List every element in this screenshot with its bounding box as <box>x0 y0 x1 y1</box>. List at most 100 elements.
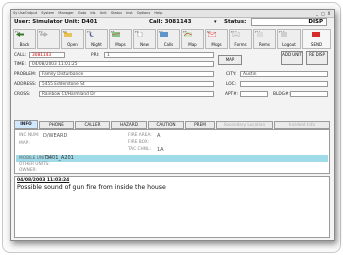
tab-phone[interactable]: PHONE <box>39 121 74 129</box>
calls-button[interactable]: F7 Calls <box>157 29 180 49</box>
map-icon <box>112 32 120 37</box>
fire-area-value: A <box>157 133 161 139</box>
map-label: MAP: <box>19 141 30 146</box>
menu-bar: Sy UseOutput System Manager Goto Ids Uni… <box>11 10 334 18</box>
maps-button[interactable]: F5 Maps <box>109 29 132 49</box>
map-route-icon <box>184 32 192 37</box>
tab-hazard[interactable]: HAZARD <box>111 121 147 129</box>
call-list-icon <box>160 32 168 37</box>
other-units-label: OTHER UNITS: <box>19 162 50 167</box>
mobile-units-value: D401_A201 <box>45 155 74 161</box>
envelope-icon <box>208 32 216 37</box>
user-unit-label: User: Simulator Unit: D401 <box>14 19 98 25</box>
new-document-icon <box>137 32 143 37</box>
menu-item-goto[interactable]: Goto <box>78 11 86 15</box>
problem-field[interactable]: Family Disturbance <box>39 71 214 77</box>
tab-info[interactable]: INFO <box>14 120 38 129</box>
menu-item-sy-useoutput[interactable]: Sy UseOutput <box>13 11 37 15</box>
problem-label: PROBLEM: <box>14 72 37 77</box>
bldg-label: BLDG#: <box>273 92 291 97</box>
map-button[interactable]: F8 Map <box>181 29 204 49</box>
time-label: TIME: <box>14 62 26 67</box>
open-button-label: Open <box>67 42 78 47</box>
time-field[interactable]: 04/08/2003 11:01:25 <box>29 61 214 67</box>
window-controls: _ □ X <box>314 11 332 16</box>
tab-prem[interactable]: PREM <box>185 121 215 129</box>
tab-incident-info[interactable]: Incident Info <box>274 121 330 129</box>
address-label: ADDRESS: <box>14 82 37 87</box>
messages-button[interactable]: F9 Msgs <box>205 29 228 49</box>
tab-caller[interactable]: CALLER <box>75 121 110 129</box>
moon-icon <box>89 32 95 37</box>
tac-channel-label: TAC CHNL: <box>128 147 151 152</box>
detail-tabs: INFO PHONE CALLER HAZARD CAUTION PREM Se… <box>14 120 330 129</box>
call-notes[interactable]: 04/08/2003 11:03:24 Possible sound of gu… <box>14 176 330 238</box>
blank-button[interactable]: F2 <box>37 29 60 49</box>
rems-button-label: Rems <box>258 42 271 47</box>
night-button-label: Night <box>91 42 102 47</box>
call-number-field[interactable]: 3081143 <box>29 52 65 58</box>
new-button[interactable]: F6 New <box>133 29 156 49</box>
location-field[interactable] <box>240 81 328 87</box>
logout-icon <box>281 32 287 37</box>
back-button-label: Back <box>19 42 30 47</box>
arrow-right-icon <box>40 32 48 37</box>
arrow-left-icon <box>16 32 24 37</box>
incident-value: D/WEARD <box>43 133 68 139</box>
map-button-label: Map <box>188 42 197 47</box>
menu-item-unit[interactable]: Unit <box>100 11 107 15</box>
menu-item-system[interactable]: System <box>41 11 54 15</box>
status-label: Status: <box>224 19 247 25</box>
menu-item-help[interactable]: Help <box>154 11 162 15</box>
open-button[interactable]: F3 Open <box>61 29 84 49</box>
back-button[interactable]: F1 Back <box>13 29 36 49</box>
bldg-field[interactable] <box>290 91 328 97</box>
apt-label: APT#: <box>225 92 239 97</box>
tab-caution[interactable]: CAUTION <box>148 121 184 129</box>
send-button[interactable]: SEND <box>302 29 331 49</box>
add-unit-button[interactable]: ADD UNIT <box>281 51 303 65</box>
cross-street-label: CROSS: <box>14 92 31 97</box>
send-button-label: SEND <box>310 42 323 47</box>
cross-street-field[interactable]: Rainbow Ct/Harmland Dr <box>39 91 214 97</box>
apt-field[interactable] <box>240 91 268 97</box>
location-label: LOC: <box>226 82 237 87</box>
owner-label: OWNER: <box>19 168 37 173</box>
priority-label: PRI: <box>91 53 100 58</box>
incident-label: INC NUM: <box>19 133 40 138</box>
forms-button-label: Forms <box>234 42 247 47</box>
info-panel: INC NUM: D/WEARD MAP: FIRE AREA: A FIRE … <box>14 129 330 174</box>
menu-item-ids[interactable]: Ids <box>90 11 95 15</box>
re-dispatch-button[interactable]: RE DISP <box>306 51 328 65</box>
rems-button[interactable]: F11 Rems <box>253 29 276 49</box>
priority-field[interactable]: 1 <box>104 52 214 58</box>
menu-item-options[interactable]: Options <box>137 11 151 15</box>
menu-item-status[interactable]: Status <box>111 11 122 15</box>
current-call-label: Call: 3081143 <box>149 19 192 25</box>
menu-item-manager[interactable]: Manager <box>58 11 73 15</box>
function-key-toolbar: F1 Back F2 F3 Open F4 Night F5 Maps F6 N… <box>13 29 331 49</box>
menu-item-inst[interactable]: Inst <box>126 11 132 15</box>
close-button[interactable]: X <box>326 11 332 16</box>
calls-button-label: Calls <box>163 42 174 47</box>
status-bar: User: Simulator Unit: D401 Call: 3081143… <box>11 18 334 28</box>
menu: Sy UseOutput System Manager Goto Ids Uni… <box>13 10 165 17</box>
form-icon <box>232 32 240 37</box>
address-field[interactable]: 5455 Edderstone St <box>39 81 214 87</box>
maps-button-label: Maps <box>115 42 126 47</box>
night-button[interactable]: F4 Night <box>85 29 108 49</box>
new-button-label: New <box>140 42 149 47</box>
map-button-small[interactable]: MAP <box>218 55 242 65</box>
logout-button[interactable]: F12 Logout <box>277 29 301 49</box>
city-field[interactable]: Austin <box>240 71 328 77</box>
call-label: CALL: <box>14 53 27 58</box>
status-value[interactable]: DISP <box>251 18 327 26</box>
forms-button[interactable]: F10 Forms <box>229 29 252 49</box>
city-label: CITY: <box>226 72 237 77</box>
fire-box-label: FIRE BOX: <box>128 140 150 145</box>
tac-channel-value: 1A <box>157 147 164 153</box>
folder-open-icon <box>64 32 72 37</box>
note-text: Possible sound of gun fire from inside t… <box>17 184 166 191</box>
tab-secondary-location[interactable]: Secondary Location <box>216 121 273 129</box>
chevron-down-icon[interactable]: ▾ <box>214 19 217 25</box>
